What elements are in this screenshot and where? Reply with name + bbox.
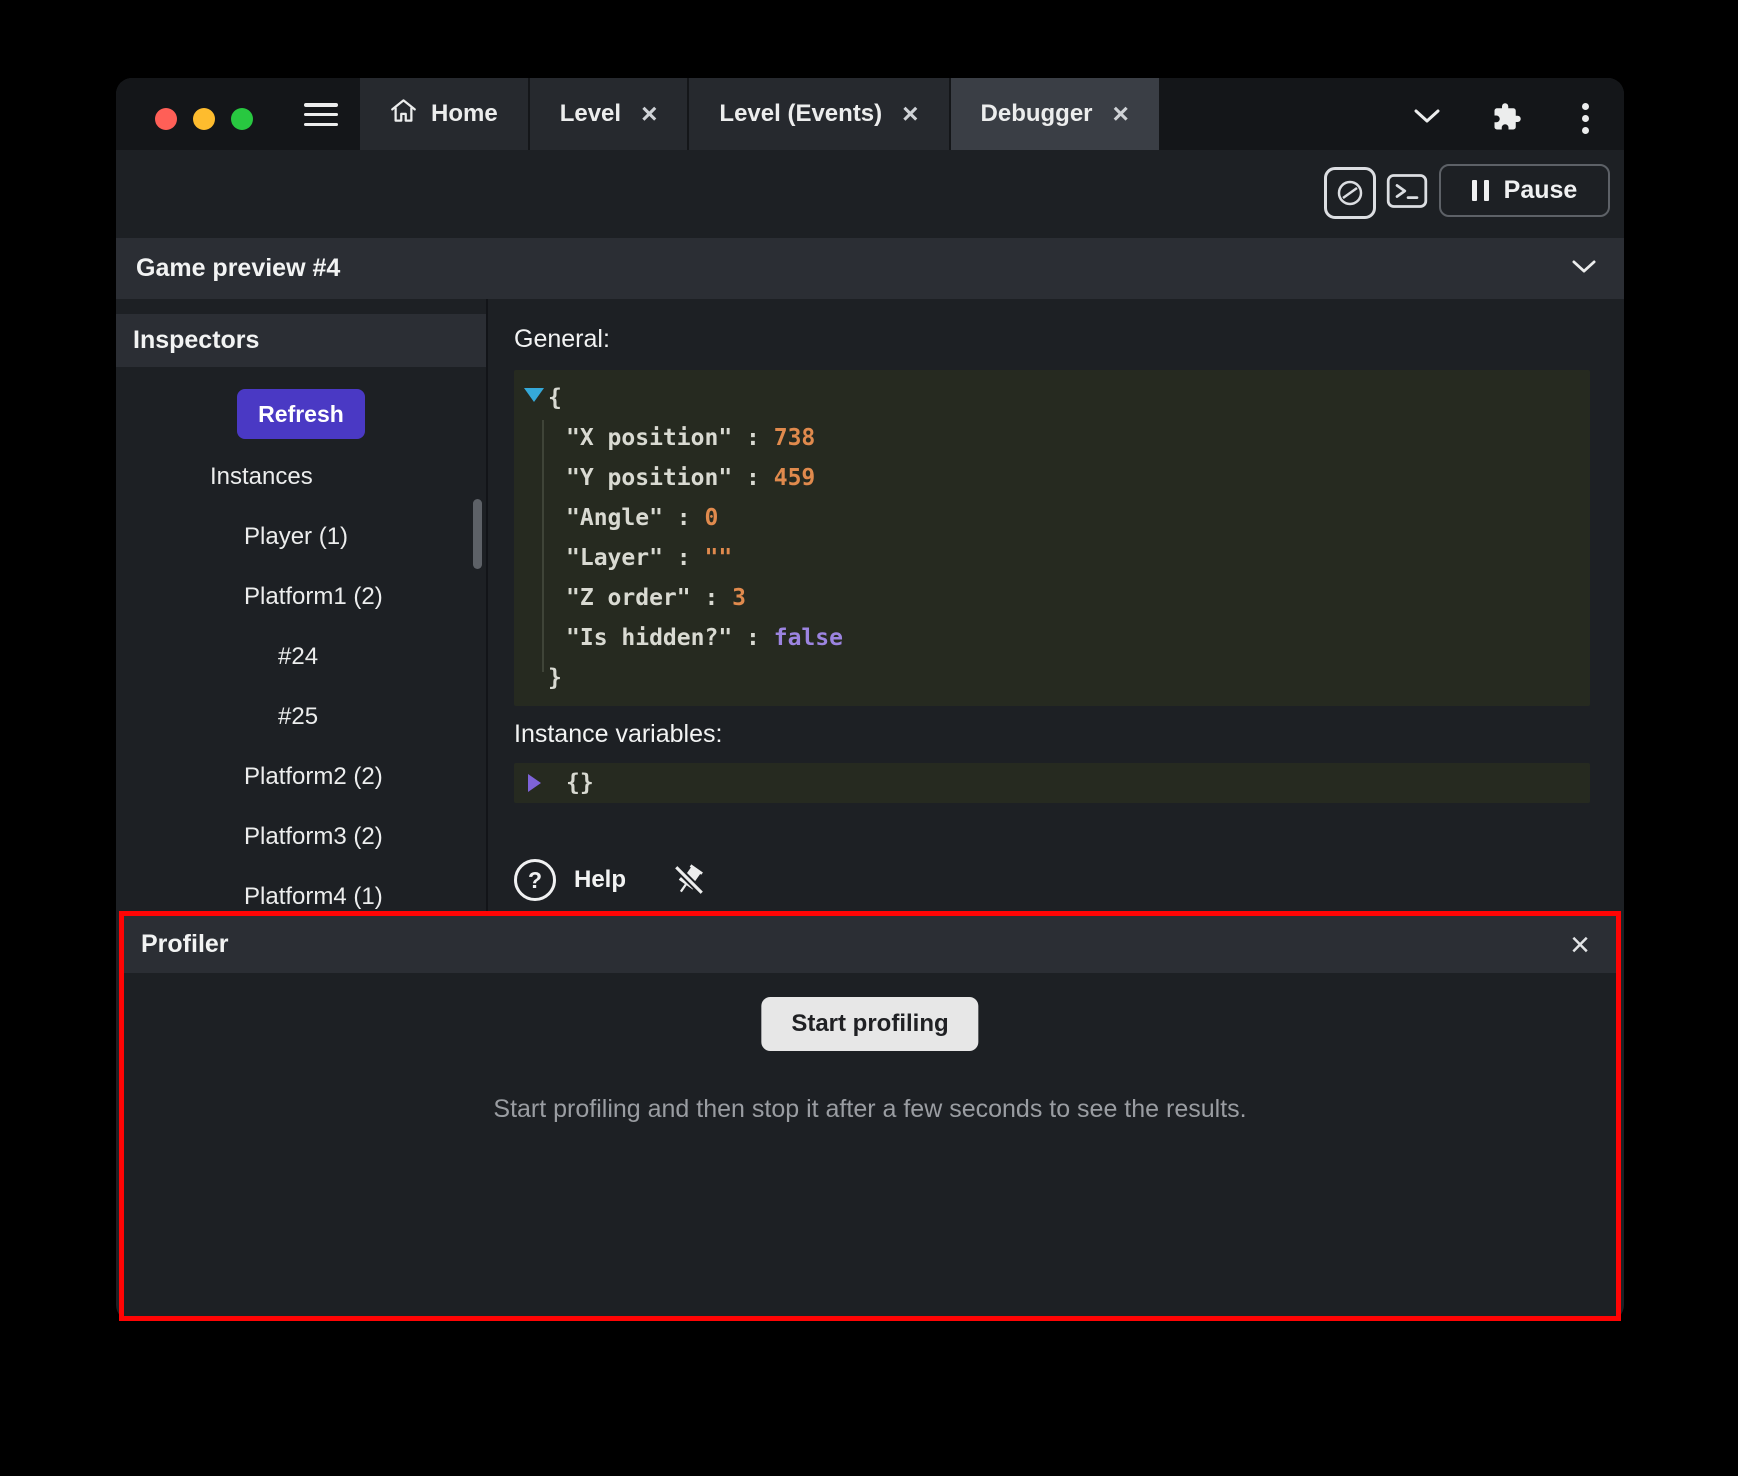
general-json-view: { "X position" : 738 "Y position" : 459 …: [514, 370, 1590, 706]
tree-item-player[interactable]: Player (1): [116, 507, 486, 567]
tree-item-platform1[interactable]: Platform1 (2): [116, 567, 486, 627]
tree-item-instances[interactable]: Instances: [116, 447, 486, 507]
tab-label: Level (Events): [719, 100, 882, 128]
tree-item-instance-24[interactable]: #24: [116, 627, 486, 687]
json-open-brace: {: [548, 378, 1590, 418]
debugger-toolbar: Pause: [116, 150, 1624, 238]
hamburger-menu-icon[interactable]: [304, 103, 338, 126]
screen-background: Home Level × Level (Events) × Debugger ×: [0, 0, 1738, 1476]
window-zoom-button[interactable]: [231, 108, 253, 130]
tab-debugger[interactable]: Debugger ×: [951, 78, 1159, 150]
tab-home[interactable]: Home: [360, 78, 528, 150]
json-indent-guide: [542, 420, 544, 672]
app-window: Home Level × Level (Events) × Debugger ×: [116, 78, 1624, 1321]
json-property-angle: "Angle" : 0: [566, 498, 1590, 538]
help-label[interactable]: Help: [574, 866, 626, 894]
kebab-menu-icon[interactable]: [1582, 115, 1589, 122]
home-icon: [390, 98, 417, 130]
help-row: ? Help: [514, 859, 1590, 901]
profiler-header: Profiler ×: [124, 916, 1616, 973]
chevron-down-icon[interactable]: [1572, 260, 1596, 278]
window-minimize-button[interactable]: [193, 108, 215, 130]
instance-variables-json-view: {}: [514, 763, 1590, 803]
game-preview-bar: Game preview #4: [116, 238, 1624, 299]
json-property-x-position: "X position" : 738: [566, 418, 1590, 458]
tab-bar: Home Level × Level (Events) × Debugger ×: [360, 78, 1159, 150]
profiler-title: Profiler: [141, 930, 229, 959]
expand-triangle-icon[interactable]: [528, 774, 541, 792]
tab-label: Debugger: [981, 100, 1093, 128]
game-preview-title: Game preview #4: [136, 254, 340, 283]
profiler-body: Start profiling Start profiling and then…: [124, 973, 1616, 1316]
window-close-button[interactable]: [155, 108, 177, 130]
close-icon[interactable]: ×: [1570, 928, 1590, 962]
json-property-z-order: "Z order" : 3: [566, 578, 1590, 618]
chevron-down-icon[interactable]: [1414, 109, 1440, 128]
pause-label: Pause: [1504, 176, 1578, 205]
pause-icon: [1472, 180, 1489, 201]
unpin-icon[interactable]: [672, 863, 706, 897]
profiler-panel-highlighted: Profiler × Start profiling Start profili…: [119, 911, 1621, 1321]
json-property-layer: "Layer" : "": [566, 538, 1590, 578]
tree-item-platform3[interactable]: Platform3 (2): [116, 807, 486, 867]
debugger-content: Inspectors Refresh Instances Player (1) …: [116, 299, 1624, 1321]
instance-variables-value: {}: [566, 768, 1590, 798]
json-property-is-hidden: "Is hidden?" : false: [566, 618, 1590, 658]
start-profiling-button[interactable]: Start profiling: [761, 997, 978, 1051]
tree-item-platform2[interactable]: Platform2 (2): [116, 747, 486, 807]
console-icon-button[interactable]: [1386, 172, 1428, 210]
close-icon[interactable]: ×: [902, 100, 918, 128]
close-icon[interactable]: ×: [1113, 100, 1129, 128]
tree-item-instance-25[interactable]: #25: [116, 687, 486, 747]
console-icon: [1386, 172, 1428, 210]
profiler-toggle-icon-button[interactable]: [1324, 167, 1376, 219]
tab-label: Level: [560, 100, 621, 128]
profiler-hint-text: Start profiling and then stop it after a…: [124, 1095, 1616, 1124]
sidebar-scrollbar-thumb[interactable]: [473, 499, 482, 569]
tab-level-events[interactable]: Level (Events) ×: [689, 78, 948, 150]
pause-button[interactable]: Pause: [1439, 164, 1610, 217]
refresh-button[interactable]: Refresh: [237, 389, 365, 439]
speed-circle-icon: [1335, 178, 1365, 208]
extensions-puzzle-icon[interactable]: [1492, 102, 1522, 137]
collapse-triangle-icon[interactable]: [524, 388, 544, 402]
tab-level[interactable]: Level ×: [530, 78, 688, 150]
tab-label: Home: [431, 100, 498, 128]
inspectors-header: Inspectors: [116, 314, 486, 367]
title-bar: Home Level × Level (Events) × Debugger ×: [116, 78, 1624, 150]
inspector-tree: Instances Player (1) Platform1 (2) #24 #…: [116, 447, 486, 927]
help-icon[interactable]: ?: [514, 859, 556, 901]
json-property-y-position: "Y position" : 459: [566, 458, 1590, 498]
general-section-label: General:: [514, 325, 1590, 354]
close-icon[interactable]: ×: [641, 100, 657, 128]
instance-variables-label: Instance variables:: [514, 720, 1590, 749]
json-close-brace: }: [548, 658, 1590, 698]
